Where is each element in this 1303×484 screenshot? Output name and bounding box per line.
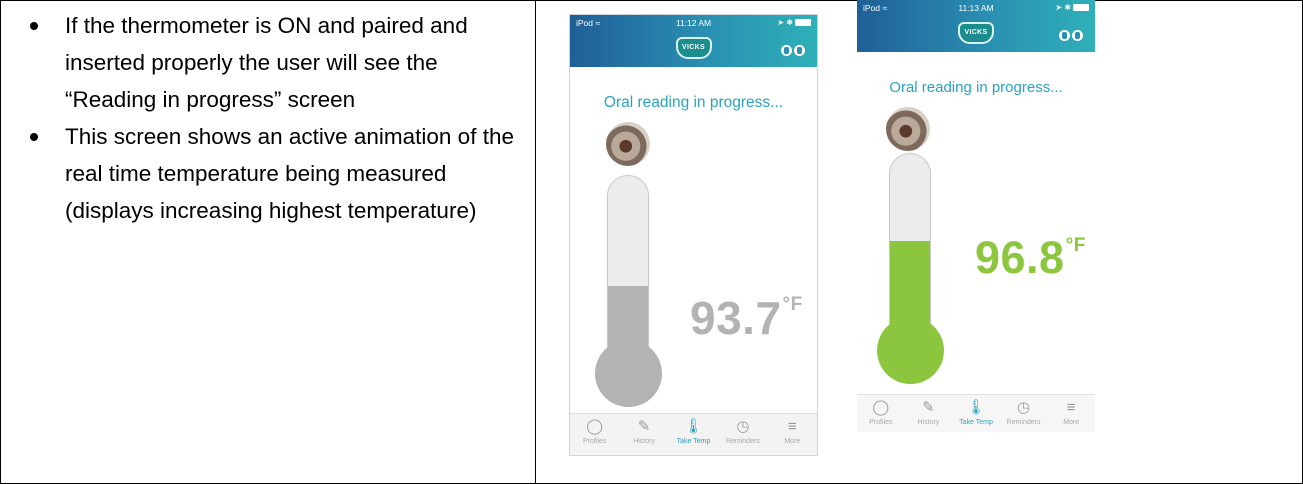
thermometer-icon: 🌡 — [966, 399, 986, 416]
header-icons — [1057, 28, 1083, 46]
tab-profiles[interactable]: ◯ Profiles — [857, 395, 905, 432]
status-right: ➤ ✱ — [1055, 3, 1089, 12]
profile-avatar[interactable] — [886, 107, 930, 151]
bullet-dot — [30, 22, 38, 30]
header-icons — [779, 43, 805, 61]
menu-icon: ≡ — [787, 418, 797, 435]
tab-history[interactable]: ✎ History — [905, 395, 953, 432]
tab-label: Reminders — [725, 438, 760, 445]
bullet-item: If the thermometer is ON and paired and … — [27, 7, 527, 118]
tab-more[interactable]: ≡ More — [768, 414, 817, 455]
temperature-readout: 93.7°F — [690, 291, 803, 345]
tab-take-temp[interactable]: 🌡 Take Temp — [952, 395, 1000, 432]
bullet-list: If the thermometer is ON and paired and … — [27, 7, 527, 229]
temperature-value: 96.8 — [975, 232, 1065, 283]
bullet-item: This screen shows an active animation of… — [27, 118, 527, 229]
thermometer-bulb — [595, 340, 662, 407]
tab-take-temp[interactable]: 🌡 Take Temp — [669, 414, 718, 455]
temperature-unit: °F — [1065, 235, 1086, 256]
tab-label: More — [1063, 419, 1080, 426]
tab-label: Profiles — [869, 419, 893, 426]
tab-label: Take Temp — [959, 419, 993, 426]
thermometer-graphic — [595, 175, 663, 407]
profile-avatar[interactable] — [606, 122, 650, 166]
tab-bar: ◯ Profiles ✎ History 🌡 Take Temp ◷ Reminders… — [570, 413, 817, 455]
temperature-unit: °F — [782, 294, 803, 315]
bluetooth-icon[interactable] — [1059, 30, 1070, 41]
phone-screen-1: iPod ≈ 11:12 AM ➤ ✱ VICKS Oral reading i… — [569, 14, 818, 456]
tab-label: More — [784, 438, 801, 445]
clock-icon: ◷ — [736, 418, 750, 435]
clock-icon: ◷ — [1017, 399, 1031, 416]
status-bar: iPod ≈ 11:13 AM ➤ ✱ — [857, 0, 1095, 18]
phone-screen-2: iPod ≈ 11:13 AM ➤ ✱ VICKS Oral reading i… — [857, 0, 1095, 432]
temperature-readout: 96.8°F — [975, 232, 1086, 284]
tab-bar: ◯ Profiles ✎ History 🌡 Take Temp ◷ Reminders… — [857, 394, 1095, 432]
tab-label: History — [633, 438, 655, 445]
tab-label: Profiles — [583, 438, 607, 445]
person-icon: ◯ — [586, 418, 604, 435]
bullet-dot — [30, 133, 38, 141]
history-icon: ✎ — [637, 418, 651, 435]
tab-label: History — [917, 419, 940, 426]
bullet-text: If the thermometer is ON and paired and … — [65, 13, 468, 112]
reading-status-text: Oral reading in progress... — [603, 94, 784, 111]
status-right: ➤ ✱ — [777, 18, 811, 27]
tab-reminders[interactable]: ◷ Reminders — [1000, 395, 1048, 432]
app-header: iPod ≈ 11:12 AM ➤ ✱ VICKS — [570, 15, 817, 67]
tab-profiles[interactable]: ◯ Profiles — [570, 414, 619, 455]
text-cell: If the thermometer is ON and paired and … — [1, 1, 536, 483]
tab-more[interactable]: ≡ More — [1047, 395, 1095, 432]
thermometer-icon: 🌡 — [683, 418, 704, 435]
thermometer-status-icon[interactable] — [794, 45, 805, 56]
tab-reminders[interactable]: ◷ Reminders — [718, 414, 767, 455]
tab-label: Take Temp — [676, 438, 711, 445]
status-bar: iPod ≈ 11:12 AM ➤ ✱ — [570, 15, 817, 33]
person-icon: ◯ — [872, 399, 890, 416]
history-icon: ✎ — [922, 399, 935, 416]
vicks-logo: VICKS — [958, 22, 994, 44]
app-header: iPod ≈ 11:13 AM ➤ ✱ VICKS — [857, 0, 1095, 52]
vicks-logo: VICKS — [675, 37, 712, 59]
reading-status-text: Oral reading in progress... — [889, 79, 1063, 96]
tab-label: Reminders — [1006, 419, 1041, 426]
thermometer-status-icon[interactable] — [1072, 30, 1083, 41]
thermometer-bulb — [877, 317, 944, 384]
bullet-text: This screen shows an active animation of… — [65, 124, 514, 223]
menu-icon: ≡ — [1066, 399, 1076, 416]
status-icons: ➤ ✱ — [1055, 3, 1071, 12]
temperature-value: 93.7 — [690, 292, 782, 344]
tab-history[interactable]: ✎ History — [619, 414, 668, 455]
status-icons: ➤ ✱ — [777, 18, 793, 27]
bluetooth-icon[interactable] — [781, 45, 792, 56]
thermometer-graphic — [877, 153, 944, 384]
battery-icon — [1073, 4, 1089, 12]
battery-icon — [795, 19, 811, 27]
